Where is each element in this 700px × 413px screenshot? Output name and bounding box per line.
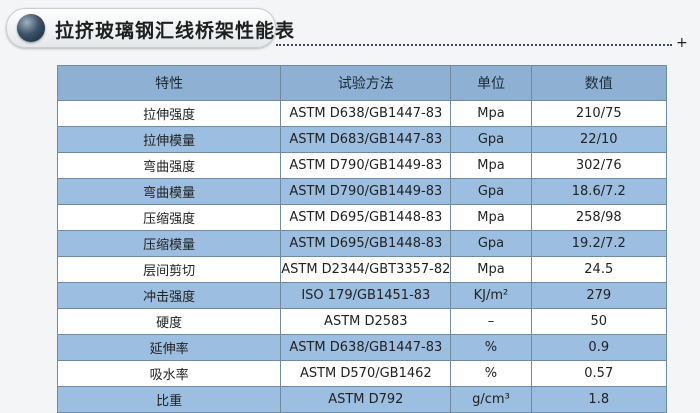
page-title: 拉挤玻璃钢汇线桥架性能表 [55, 20, 296, 42]
table-row: 硬度 ASTM D2583–50 [56, 308, 668, 335]
table-header-row: 特性 试验方法 单位 数值 [56, 65, 668, 101]
table-row: 拉伸强度 ASTM D638/GB1447-83 Mpa 210/75 [56, 100, 668, 127]
cell-method: ASTM D2583 [280, 308, 452, 335]
cell-value: 210/75 [530, 100, 668, 127]
cell-unit: % [450, 360, 532, 387]
column-header-method: 试验方法 [280, 65, 452, 101]
table-row: 吸水率 ASTM D570/GB1462% 0.57 [56, 360, 668, 387]
cell-property: 冲击强度 [56, 282, 282, 309]
title-divider [276, 44, 672, 46]
table-row: 弯曲强度 ASTM D790/GB1449-83 Mpa 302/76 [56, 152, 668, 179]
cell-value: 0.9 [530, 334, 668, 361]
properties-table: 特性 试验方法 单位 数值 拉伸强度 ASTM D638/GB1447-83 Mpa… [56, 65, 668, 413]
title-banner: 拉挤玻璃钢汇线桥架性能表 [6, 8, 294, 48]
cell-property: 硬度 [56, 308, 282, 335]
cell-property: 弯曲强度 [56, 152, 282, 179]
cell-unit: % [450, 334, 532, 361]
cell-unit: Mpa [450, 100, 532, 127]
cell-property: 拉伸模量 [56, 126, 282, 153]
cell-method: ISO 179/GB1451-83 [280, 282, 452, 309]
cell-method: ASTM D683/GB1447-83 [280, 126, 452, 153]
cell-value: 22/10 [530, 126, 668, 153]
cell-value: 50 [530, 308, 668, 335]
cell-value: 0.57 [530, 360, 668, 387]
cell-property: 压缩强度 [56, 204, 282, 231]
table-row: 压缩强度 ASTM D695/GB1448-83 Mpa 258/98 [56, 204, 668, 231]
table-row: 比重 ASTM D792 g/cm³ 1.8 [56, 386, 668, 413]
cell-method: ASTM D792 [280, 386, 452, 413]
cell-property: 弯曲模量 [56, 178, 282, 205]
cell-value: 19.2/7.2 [530, 230, 668, 257]
cell-method: ASTM D638/GB1447-83 [280, 100, 452, 127]
cell-method: ASTM D790/GB1449-83 [280, 152, 452, 179]
cell-value: 1.8 [530, 386, 668, 413]
cell-value: 302/76 [530, 152, 668, 179]
cell-unit: g/cm³ [450, 386, 532, 413]
cell-property: 延伸率 [56, 334, 282, 361]
cell-unit: – [450, 308, 532, 335]
cell-property: 比重 [56, 386, 282, 413]
cell-method: ASTM D790/GB1449-83 [280, 178, 452, 205]
cell-property: 吸水率 [56, 360, 282, 387]
crop-mark-icon: + [676, 35, 688, 51]
cell-property: 压缩模量 [56, 230, 282, 257]
cell-value: 24.5 [530, 256, 668, 283]
cell-unit: Gpa [450, 126, 532, 153]
cell-value: 279 [530, 282, 668, 309]
table-row: 延伸率 ASTM D638/GB1447-83% 0.9 [56, 334, 668, 361]
sphere-bullet-icon [17, 14, 45, 42]
table-row: 冲击强度 ISO 179/GB1451-83 KJ/m² 279 [56, 282, 668, 309]
cell-method: ASTM D570/GB1462 [280, 360, 452, 387]
table-row: 压缩模量 ASTM D695/GB1448-83 Gpa 19.2/7.2 [56, 230, 668, 257]
cell-property: 层间剪切 [56, 256, 282, 283]
cell-value: 18.6/7.2 [530, 178, 668, 205]
cell-unit: Mpa [450, 204, 532, 231]
cell-method: ASTM D638/GB1447-83 [280, 334, 452, 361]
table-row: 弯曲模量 ASTM D790/GB1449-83 Gpa 18.6/7.2 [56, 178, 668, 205]
column-header-property: 特性 [56, 65, 282, 101]
cell-unit: Gpa [450, 178, 532, 205]
cell-method: ASTM D695/GB1448-83 [280, 230, 452, 257]
cell-property: 拉伸强度 [56, 100, 282, 127]
cell-unit: Gpa [450, 230, 532, 257]
cell-unit: KJ/m² [450, 282, 532, 309]
cell-unit: Mpa [450, 256, 532, 283]
table-row: 拉伸模量 ASTM D683/GB1447-83 Gpa 22/10 [56, 126, 668, 153]
cell-value: 258/98 [530, 204, 668, 231]
column-header-value: 数值 [530, 65, 668, 101]
column-header-unit: 单位 [450, 65, 532, 101]
cell-method: ASTM D695/GB1448-83 [280, 204, 452, 231]
cell-unit: Mpa [450, 152, 532, 179]
cell-method: ASTM D2344/GBT3357-82 [280, 256, 452, 283]
table-row: 层间剪切 ASTM D2344/GBT3357-82 Mpa 24.5 [56, 256, 668, 283]
